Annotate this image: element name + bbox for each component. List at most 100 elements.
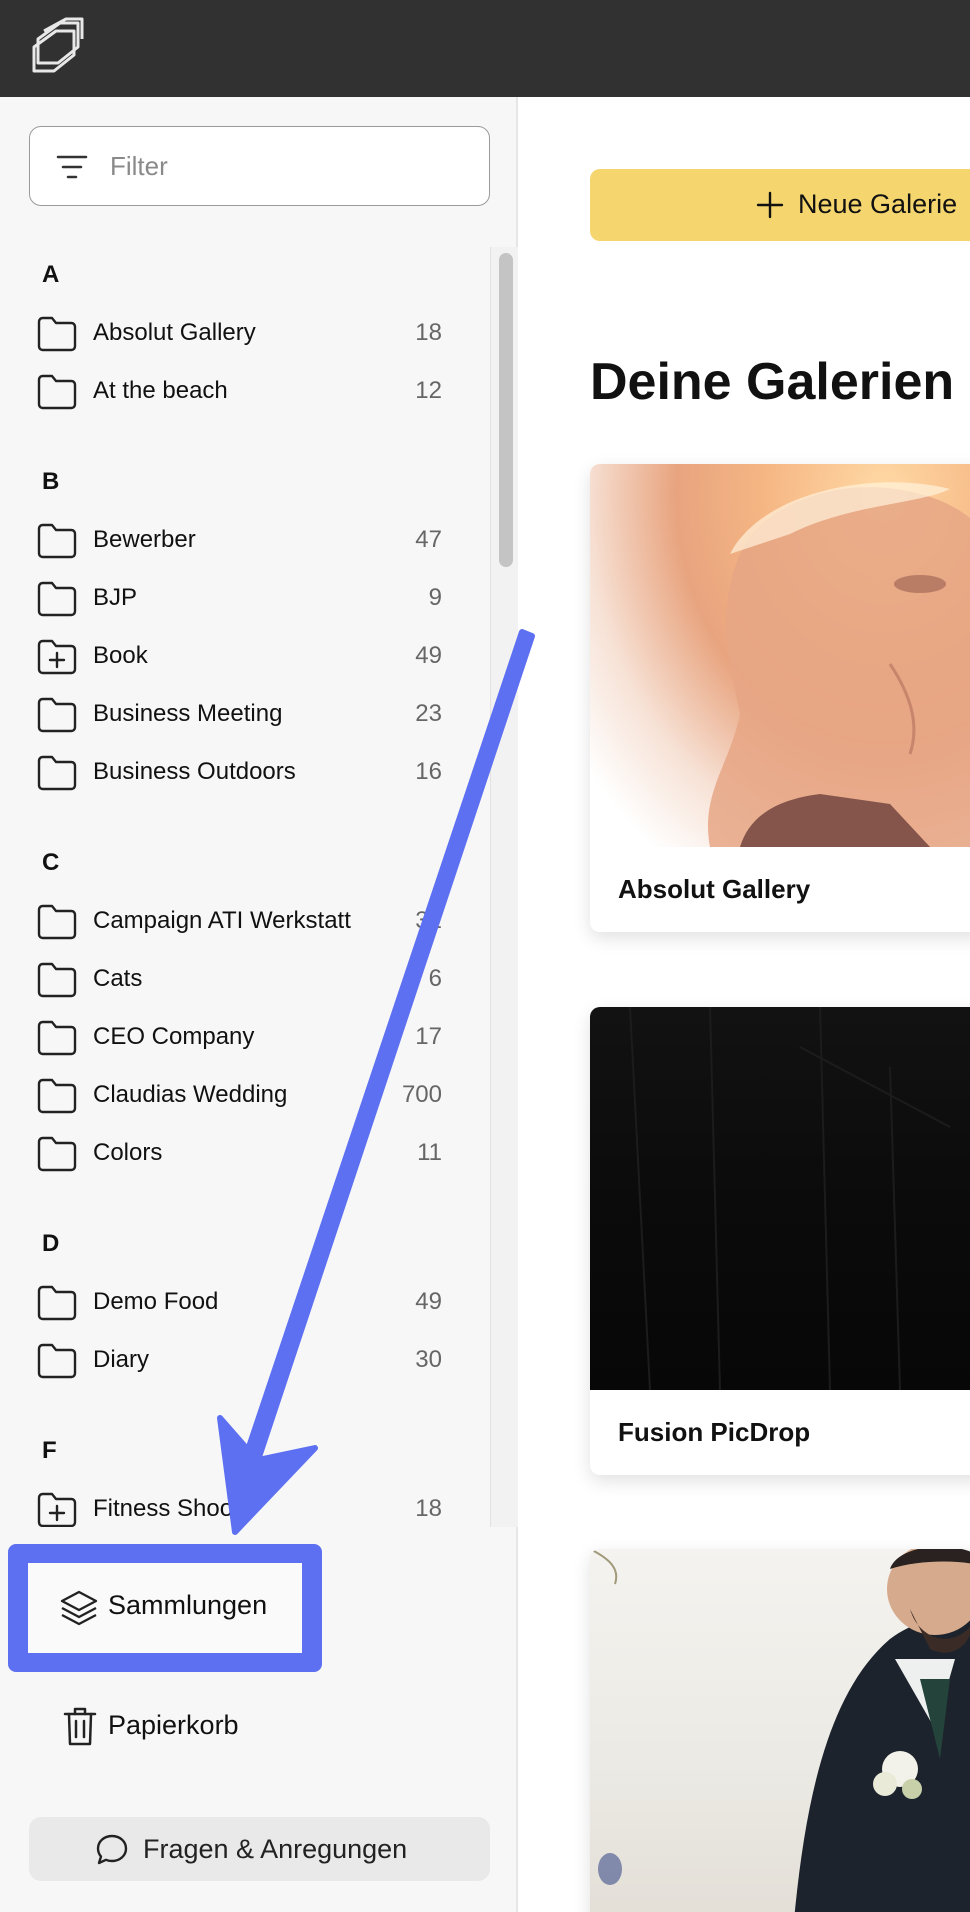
- sidebar: A Absolut Gallery 18 At the beach 12 B Bewerbe…: [0, 97, 518, 1912]
- folder-icon: [37, 1343, 77, 1379]
- folder-name: Diary: [93, 1346, 150, 1373]
- folder-name: Fitness Shoot: [93, 1495, 240, 1522]
- folder-item[interactable]: Campaign ATI Werkstatt 31: [0, 893, 490, 951]
- folder-count: 9: [428, 584, 442, 611]
- folder-item[interactable]: CEO Company 17: [0, 1009, 490, 1067]
- main-content: Neue Galerie Deine Galerien Absolut Gall…: [518, 97, 970, 1912]
- plus-icon: [756, 191, 784, 219]
- filter-input[interactable]: [110, 143, 470, 189]
- trash-label: Papierkorb: [108, 1710, 239, 1740]
- group-letter: A: [42, 261, 60, 288]
- folder-count: 47: [415, 526, 442, 553]
- folder-count: 6: [428, 965, 442, 992]
- folder-name: Book: [93, 642, 148, 669]
- group-letter: B: [42, 468, 60, 495]
- page-title: Deine Galerien: [590, 353, 955, 411]
- folder-item[interactable]: Cats 6: [0, 951, 490, 1009]
- folder-count: 17: [415, 1023, 442, 1050]
- folder-icon: [37, 1136, 77, 1172]
- gallery-card[interactable]: Absolut Gallery: [590, 464, 970, 932]
- gallery-thumbnail[interactable]: [590, 464, 970, 847]
- feedback-label: Fragen & Anregungen: [143, 1834, 408, 1864]
- folder-list-scrollbar[interactable]: [490, 247, 518, 1527]
- scrollbar-thumb[interactable]: [499, 253, 513, 567]
- folder-name: Colors: [93, 1139, 163, 1166]
- trash-button[interactable]: Papierkorb: [56, 1695, 316, 1755]
- folder-count: 49: [415, 1288, 442, 1315]
- layered-frames-logo-icon[interactable]: [30, 17, 86, 77]
- folder-name: Claudias Wedding: [93, 1081, 288, 1108]
- folder-name: Demo Food: [93, 1288, 219, 1315]
- layers-icon: [60, 1590, 98, 1626]
- group-letter: F: [42, 1437, 57, 1464]
- folder-count: 23: [415, 700, 442, 727]
- folder-item[interactable]: Diary 30: [0, 1332, 490, 1390]
- folder-count: 18: [415, 1495, 442, 1522]
- folder-name: Bewerber: [93, 526, 196, 553]
- dark-photo-image: [629, 1007, 951, 1391]
- folder-list-content: A Absolut Gallery 18 At the beach 12 B Bewerbe…: [0, 247, 490, 1527]
- folder-plus-icon: [37, 1492, 77, 1527]
- folder-icon: [37, 904, 77, 940]
- folder-item[interactable]: Fitness Shoot 18: [0, 1481, 490, 1527]
- folder-icon: [37, 1078, 77, 1114]
- folder-icon: [37, 755, 77, 791]
- group-letter: D: [42, 1230, 60, 1257]
- portrait-photo-image: [708, 482, 970, 847]
- folder-icon: [37, 697, 77, 733]
- gallery-card[interactable]: Fusion PicDrop: [590, 1007, 970, 1475]
- feedback-button[interactable]: Fragen & Anregungen: [29, 1817, 490, 1881]
- folder-item[interactable]: Colors 11: [0, 1125, 490, 1183]
- folder-item[interactable]: BJP 9: [0, 570, 490, 628]
- collections-button[interactable]: Sammlungen: [28, 1563, 302, 1653]
- gallery-card[interactable]: [590, 1549, 970, 1912]
- filter-icon: [56, 155, 88, 179]
- folder-item[interactable]: Business Outdoors 16: [0, 744, 490, 802]
- new-gallery-label: Neue Galerie: [798, 189, 958, 219]
- gallery-thumbnail[interactable]: [590, 1549, 970, 1912]
- trash-icon: [63, 1707, 97, 1746]
- folder-name: Campaign ATI Werkstatt: [93, 907, 351, 934]
- sidebar-footer: Sammlungen Papierkorb Fragen & Anregunge…: [0, 1527, 516, 1912]
- folder-item[interactable]: Business Meeting 23: [0, 686, 490, 744]
- folder-icon: [37, 316, 77, 352]
- folder-item[interactable]: At the beach 12: [0, 363, 490, 421]
- folder-item[interactable]: Book 49: [0, 628, 490, 686]
- new-gallery-button[interactable]: Neue Galerie: [590, 169, 970, 241]
- folder-count: 31: [415, 907, 442, 934]
- filter-box[interactable]: [29, 126, 490, 206]
- folder-name: Business Meeting: [93, 700, 283, 727]
- folder-count: 12: [415, 377, 442, 404]
- folder-item[interactable]: Demo Food 49: [0, 1274, 490, 1332]
- folder-name: Absolut Gallery: [93, 319, 256, 346]
- folder-count: 30: [415, 1346, 442, 1373]
- folder-item[interactable]: Absolut Gallery 18: [0, 305, 490, 363]
- folder-count: 700: [401, 1081, 442, 1108]
- folder-icon: [37, 1285, 77, 1321]
- top-bar: [0, 0, 970, 97]
- folder-list[interactable]: A Absolut Gallery 18 At the beach 12 B Bewerbe…: [0, 247, 490, 1527]
- folder-name: At the beach: [93, 377, 228, 404]
- folder-count: 16: [415, 758, 442, 785]
- folder-icon: [37, 1020, 77, 1056]
- folder-name: CEO Company: [93, 1023, 255, 1050]
- folder-count: 11: [417, 1139, 442, 1166]
- chat-bubble-icon: [96, 1834, 128, 1865]
- gallery-title: Fusion PicDrop: [618, 1417, 811, 1447]
- gallery-title: Absolut Gallery: [618, 874, 811, 904]
- folder-icon: [37, 962, 77, 998]
- wedding-photo-image: [590, 1549, 970, 1912]
- gallery-thumbnail[interactable]: [590, 1007, 970, 1391]
- folder-item[interactable]: Claudias Wedding 700: [0, 1067, 490, 1125]
- folder-item[interactable]: Bewerber 47: [0, 512, 490, 570]
- collections-label: Sammlungen: [108, 1590, 268, 1620]
- group-letter: C: [42, 849, 60, 876]
- folder-icon: [37, 523, 77, 559]
- folder-count: 18: [415, 319, 442, 346]
- folder-name: Business Outdoors: [93, 758, 296, 785]
- folder-plus-icon: [37, 639, 77, 675]
